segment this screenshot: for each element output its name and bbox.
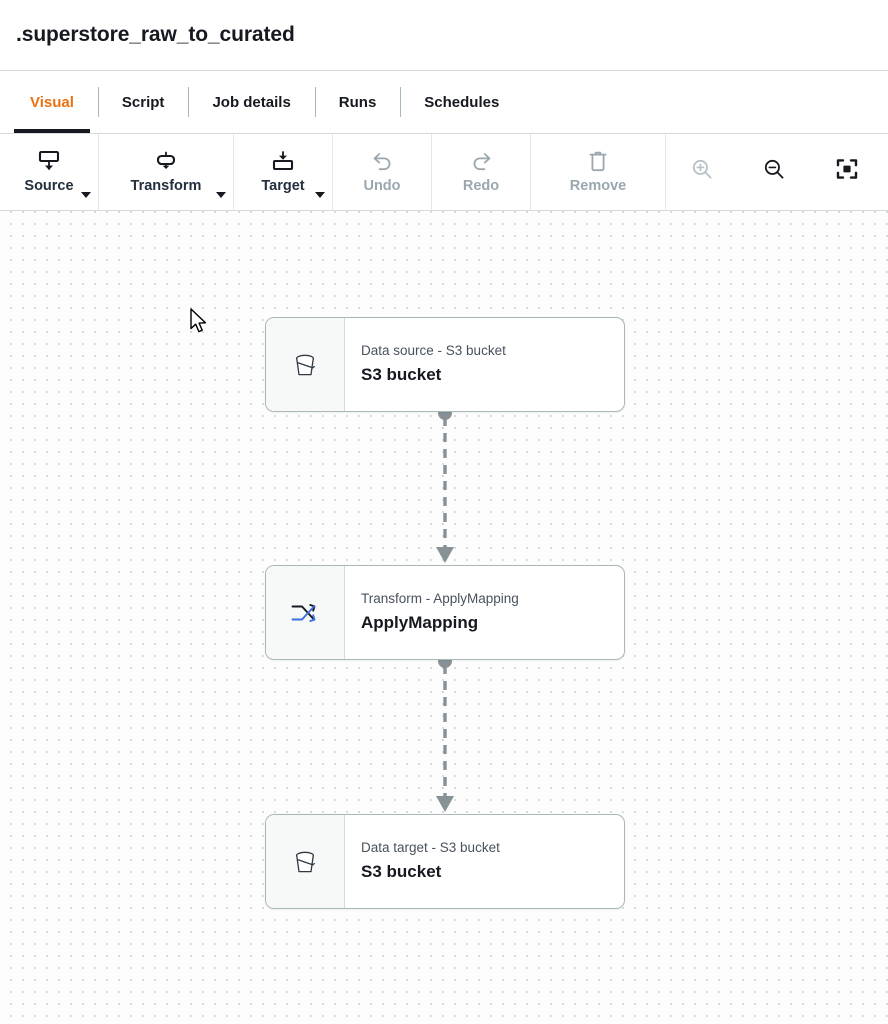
edge-source-to-transform — [436, 406, 454, 563]
toolbar-button-label: Transform — [131, 179, 202, 194]
editor-toolbar: Source Transform Target Undo Redo Remove — [0, 134, 888, 211]
node-data-source-s3[interactable]: Data source - S3 bucket S3 bucket — [265, 317, 625, 412]
toolbar-target-button[interactable]: Target — [234, 134, 333, 210]
node-subtitle: Data target - S3 bucket — [361, 841, 624, 856]
undo-icon — [371, 150, 394, 172]
zoom-out-button[interactable] — [760, 157, 790, 187]
node-title: S3 bucket — [361, 863, 624, 882]
toolbar-transform-button[interactable]: Transform — [99, 134, 234, 210]
tab-visual[interactable]: Visual — [6, 71, 98, 133]
node-title: ApplyMapping — [361, 614, 624, 633]
zoom-in-icon — [691, 158, 715, 187]
toolbar-remove-button: Remove — [531, 134, 666, 210]
toolbar-button-label: Remove — [570, 179, 626, 194]
toolbar-button-label: Undo — [363, 179, 400, 194]
node-subtitle: Transform - ApplyMapping — [361, 592, 624, 607]
glue-visual-job-editor: .superstore_raw_to_curated Visual Script J… — [0, 0, 888, 1024]
chevron-down-icon[interactable] — [81, 192, 91, 198]
tab-label: Job details — [212, 94, 290, 111]
edge-transform-to-target — [436, 654, 454, 812]
transform-icon — [154, 150, 178, 172]
tab-label: Runs — [339, 94, 377, 111]
node-title: S3 bucket — [361, 366, 624, 385]
source-icon — [37, 150, 61, 172]
toolbar-undo-button: Undo — [333, 134, 432, 210]
tab-runs[interactable]: Runs — [315, 71, 401, 133]
zoom-out-icon — [763, 158, 787, 187]
page-header: .superstore_raw_to_curated — [0, 0, 888, 71]
fit-screen-icon — [836, 158, 859, 186]
tab-label: Script — [122, 94, 165, 111]
node-subtitle: Data source - S3 bucket — [361, 344, 624, 359]
s3-bucket-icon — [266, 815, 345, 908]
node-body: Transform - ApplyMapping ApplyMapping — [345, 566, 624, 659]
toolbar-source-button[interactable]: Source — [0, 134, 99, 210]
node-body: Data target - S3 bucket S3 bucket — [345, 815, 624, 908]
s3-bucket-icon — [266, 318, 345, 411]
toolbar-button-label: Source — [24, 179, 73, 194]
zoom-controls — [666, 134, 862, 210]
visual-canvas[interactable]: Data source - S3 bucket S3 bucket Transfo… — [0, 211, 888, 1024]
trash-icon — [587, 150, 609, 172]
edge-arrowhead — [436, 547, 454, 563]
tab-label: Visual — [30, 94, 74, 111]
mouse-cursor — [190, 308, 210, 336]
tab-bar: Visual Script Job details Runs Schedules — [0, 71, 888, 134]
tab-label: Schedules — [424, 94, 499, 111]
page-title: .superstore_raw_to_curated — [16, 23, 295, 47]
tab-script[interactable]: Script — [98, 71, 189, 133]
target-icon — [271, 150, 295, 172]
node-body: Data source - S3 bucket S3 bucket — [345, 318, 624, 411]
toolbar-redo-button: Redo — [432, 134, 531, 210]
chevron-down-icon[interactable] — [216, 192, 226, 198]
apply-mapping-icon — [266, 566, 345, 659]
fit-screen-button[interactable] — [832, 157, 862, 187]
tab-schedules[interactable]: Schedules — [400, 71, 523, 133]
node-transform-applymapping[interactable]: Transform - ApplyMapping ApplyMapping — [265, 565, 625, 660]
tab-job-details[interactable]: Job details — [188, 71, 314, 133]
node-data-target-s3[interactable]: Data target - S3 bucket S3 bucket — [265, 814, 625, 909]
toolbar-button-label: Redo — [463, 179, 499, 194]
chevron-down-icon[interactable] — [315, 192, 325, 198]
zoom-in-button — [688, 157, 718, 187]
edge-arrowhead — [436, 796, 454, 812]
toolbar-button-label: Target — [261, 179, 304, 194]
redo-icon — [470, 150, 493, 172]
